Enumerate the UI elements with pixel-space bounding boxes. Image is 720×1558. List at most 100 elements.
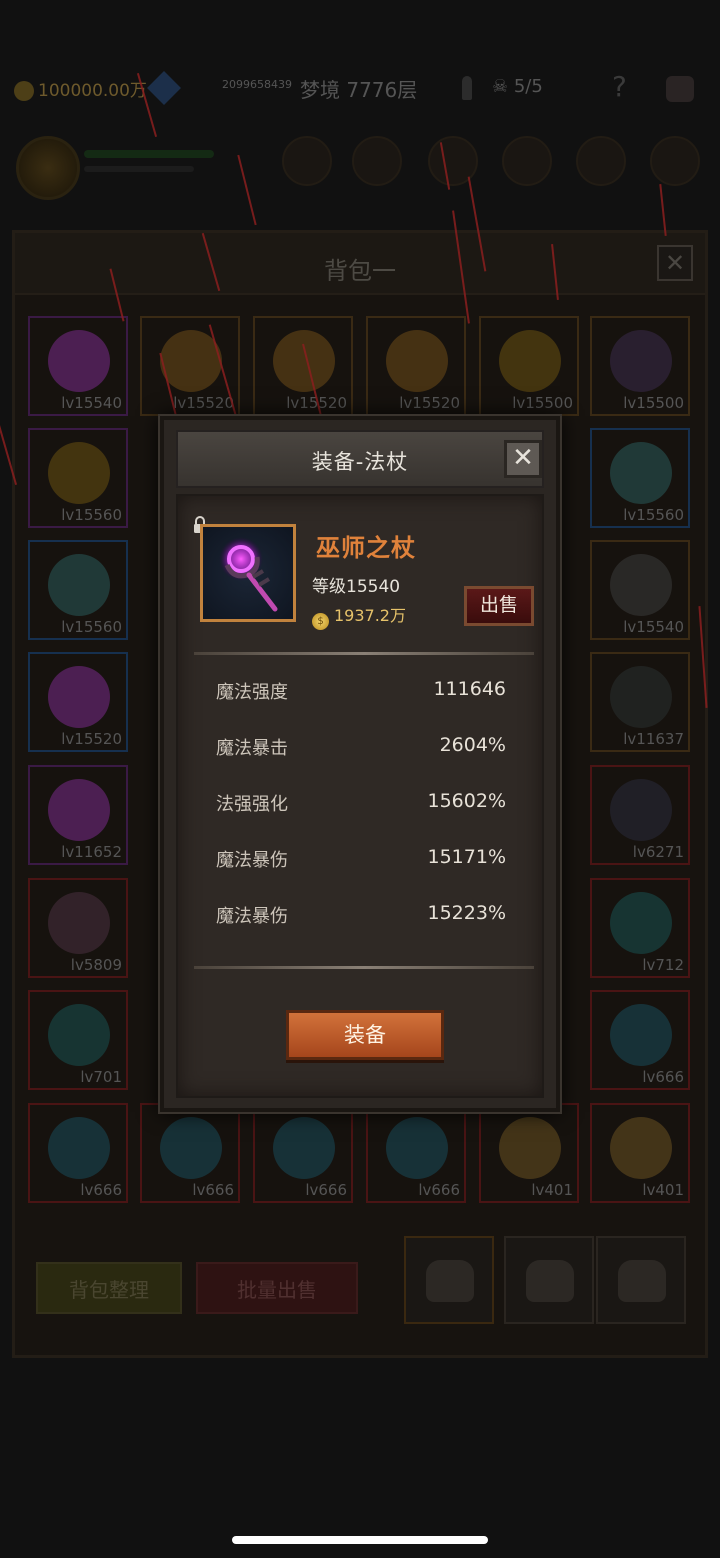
stat-name: 魔法暴击 <box>216 738 288 759</box>
hp-bar <box>84 150 214 158</box>
home-indicator[interactable] <box>232 1536 488 1544</box>
bag-slot[interactable]: lv712 <box>590 878 690 978</box>
slot-level-label: lv701 <box>80 1068 122 1086</box>
dialog-title: 装备-法杖 <box>311 450 409 474</box>
stat-row: 魔法暴击 2604% <box>216 734 506 764</box>
mp-bar <box>84 166 194 172</box>
item-icon <box>499 330 561 392</box>
item-icon <box>499 1117 561 1179</box>
slot-level-label: lv666 <box>192 1181 234 1199</box>
skill-slot[interactable] <box>650 136 700 186</box>
bag-slot[interactable]: lv15540 <box>28 316 128 416</box>
dialog-header: 装备-法杖 ✕ <box>176 430 544 488</box>
item-icon <box>48 1004 110 1066</box>
bag-slot[interactable]: lv15560 <box>28 428 128 528</box>
slot-level-label: lv401 <box>642 1181 684 1199</box>
skill-slot[interactable] <box>576 136 626 186</box>
item-icon <box>386 1117 448 1179</box>
slot-level-label: lv15560 <box>623 506 684 524</box>
bag-slot[interactable]: lv15560 <box>28 540 128 640</box>
bag-slot[interactable]: lv666 <box>140 1103 240 1203</box>
bag-slot[interactable]: lv11637 <box>590 652 690 752</box>
batch-sell-button[interactable]: 批量出售 <box>196 1262 358 1314</box>
stat-row: 法强强化 15602% <box>216 790 506 820</box>
slot-level-label: lv5809 <box>70 956 122 974</box>
item-name: 巫师之杖 <box>316 534 416 562</box>
bag-slot[interactable]: lv701 <box>28 990 128 1090</box>
item-icon <box>48 1117 110 1179</box>
item-icon <box>610 330 672 392</box>
slot-level-label: lv15560 <box>61 506 122 524</box>
stat-name: 魔法暴伤 <box>216 850 288 871</box>
divider <box>194 966 534 969</box>
coin-icon <box>14 81 34 101</box>
item-price: $1937.2万 <box>312 602 406 630</box>
stat-name: 魔法暴伤 <box>216 906 288 927</box>
player-avatar[interactable] <box>16 136 80 200</box>
bag-slot[interactable]: lv15520 <box>28 652 128 752</box>
skill-slot[interactable] <box>282 136 332 186</box>
bag-close-button[interactable]: ✕ <box>657 245 693 281</box>
slot-level-label: lv401 <box>531 1181 573 1199</box>
bag-slot[interactable]: lv15500 <box>479 316 579 416</box>
coin-icon: $ <box>312 613 329 630</box>
dialog-close-button[interactable]: ✕ <box>504 440 542 478</box>
tidy-bag-button[interactable]: 背包整理 <box>36 1262 182 1314</box>
fist-icon[interactable] <box>666 76 694 102</box>
bag-slot[interactable]: lv5809 <box>28 878 128 978</box>
bag-page-tab-3[interactable] <box>596 1236 686 1324</box>
dream-floor: 梦境 7776层 <box>300 78 418 102</box>
dialog-body: 巫师之杖 等级15540 $1937.2万 出售 魔法强度 111646 魔法暴击 2… <box>176 494 544 1098</box>
bag-slot[interactable]: lv666 <box>366 1103 466 1203</box>
slot-level-label: lv15540 <box>61 394 122 412</box>
item-icon <box>610 1117 672 1179</box>
bag-slot[interactable]: lv666 <box>590 990 690 1090</box>
item-icon <box>610 666 672 728</box>
slot-level-label: lv15520 <box>399 394 460 412</box>
top-status-bar: 100000.00万 2099658439 梦境 7776层 ☠ 5/5 ? <box>0 62 720 118</box>
bag-icon <box>426 1260 474 1302</box>
bag-slot[interactable]: lv15500 <box>590 316 690 416</box>
item-icon <box>48 554 110 616</box>
key-icon[interactable] <box>462 76 472 100</box>
bag-slot[interactable]: lv666 <box>28 1103 128 1203</box>
slot-level-label: lv11652 <box>61 843 122 861</box>
sell-button[interactable]: 出售 <box>464 586 534 626</box>
bag-title: 背包一 <box>324 257 396 285</box>
bag-slot[interactable]: lv6271 <box>590 765 690 865</box>
help-icon[interactable]: ? <box>612 70 627 103</box>
stat-value: 2604% <box>439 734 506 756</box>
slot-level-label: lv666 <box>642 1068 684 1086</box>
equip-button[interactable]: 装备 <box>286 1010 444 1060</box>
slot-level-label: lv712 <box>642 956 684 974</box>
skill-slot[interactable] <box>428 136 478 186</box>
slot-level-label: lv6271 <box>632 843 684 861</box>
bag-slot[interactable]: lv15520 <box>140 316 240 416</box>
item-icon <box>48 442 110 504</box>
bag-slot[interactable]: lv401 <box>590 1103 690 1203</box>
skill-slot[interactable] <box>352 136 402 186</box>
bag-icon <box>618 1260 666 1302</box>
bag-page-tab-1[interactable] <box>404 1236 494 1324</box>
bag-slot[interactable]: lv15520 <box>253 316 353 416</box>
bag-page-tab-2[interactable] <box>504 1236 594 1324</box>
skill-slot[interactable] <box>502 136 552 186</box>
item-icon <box>610 892 672 954</box>
slot-level-label: lv15560 <box>61 618 122 636</box>
item-icon <box>386 330 448 392</box>
bag-slot[interactable]: lv11652 <box>28 765 128 865</box>
stat-value: 111646 <box>433 678 506 700</box>
bag-slot[interactable]: lv666 <box>253 1103 353 1203</box>
bag-slot[interactable]: lv401 <box>479 1103 579 1203</box>
gem-icon[interactable] <box>147 71 181 105</box>
slot-level-label: lv666 <box>305 1181 347 1199</box>
player-id: 2099658439 <box>222 78 292 91</box>
bag-slot[interactable]: lv15540 <box>590 540 690 640</box>
stat-row: 魔法暴伤 15223% <box>216 902 506 932</box>
stat-name: 魔法强度 <box>216 682 288 703</box>
bag-slot[interactable]: lv15520 <box>366 316 466 416</box>
bag-slot[interactable]: lv15560 <box>590 428 690 528</box>
slot-level-label: lv15500 <box>623 394 684 412</box>
stat-row: 魔法强度 111646 <box>216 678 506 708</box>
skull-counter: ☠ 5/5 <box>492 76 543 97</box>
